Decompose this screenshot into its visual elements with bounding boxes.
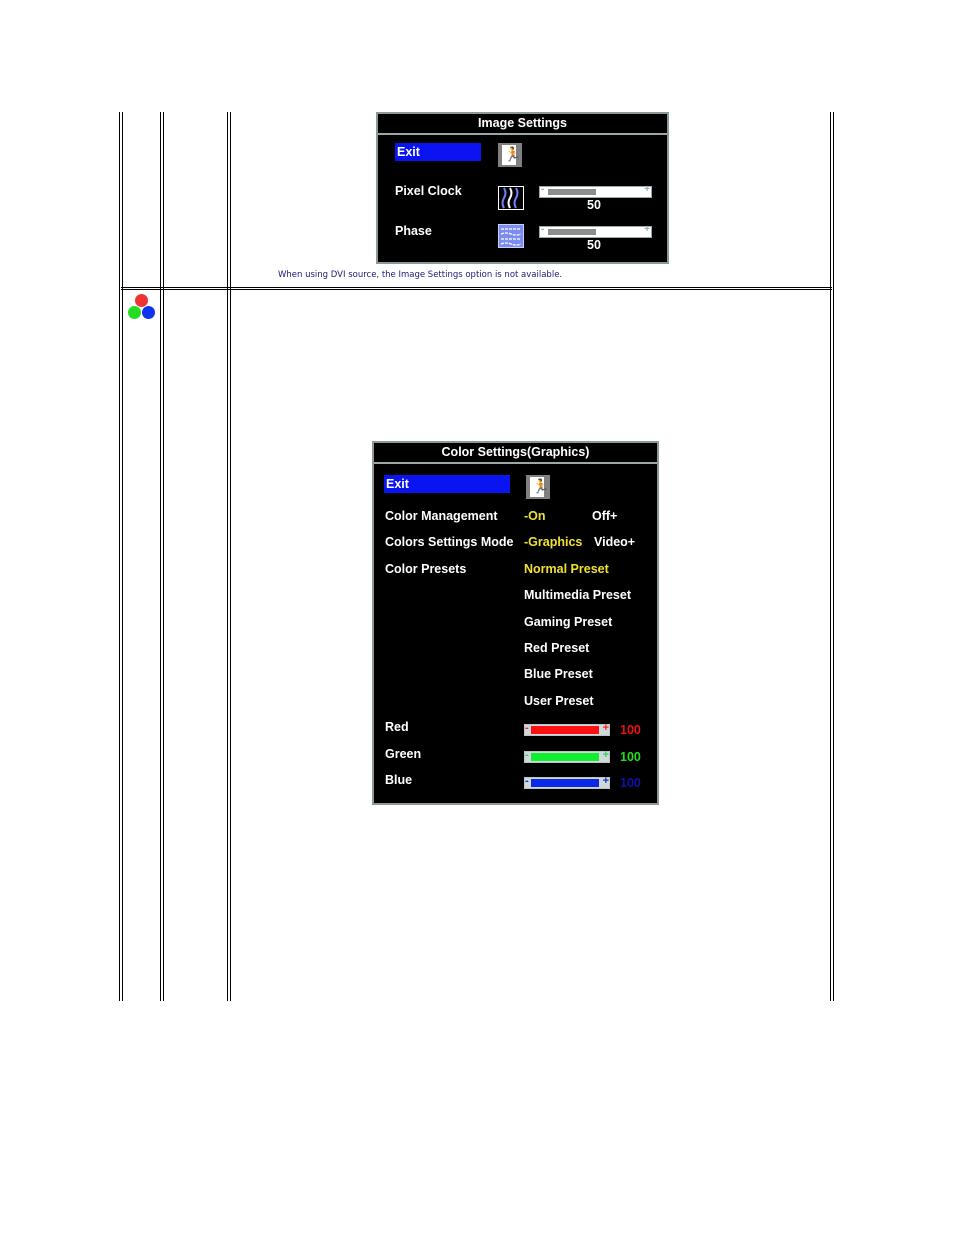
blue-slider[interactable]: - + [524,775,610,789]
table-border-right [830,112,834,1001]
red-label[interactable]: Red [385,720,409,734]
blue-slider-fill [531,779,599,787]
exit-door-icon: 🏃 [498,143,522,167]
colors-settings-mode-label[interactable]: Colors Settings Mode [385,535,513,549]
table-border-left [119,112,123,1001]
green-value: 100 [620,750,641,764]
pixel-clock-label[interactable]: Pixel Clock [395,184,462,198]
color-settings-title: Color Settings(Graphics) [374,443,657,464]
table-border-col1 [160,112,164,1001]
color-settings-menu: Color Settings(Graphics) Exit 🏃 Color Ma… [372,441,659,805]
exit-door-icon: 🏃 [526,475,550,499]
red-slider-fill [531,726,599,734]
preset-user[interactable]: User Preset [524,694,594,708]
red-slider[interactable]: - + [524,722,610,736]
pixel-clock-icon [498,186,524,210]
phase-icon [498,224,524,248]
pixel-clock-slider[interactable]: - + [539,184,652,198]
table-border-col2 [227,112,231,1001]
preset-blue[interactable]: Blue Preset [524,667,593,681]
pixel-clock-value: 50 [587,198,601,212]
phase-label[interactable]: Phase [395,224,432,238]
green-slider[interactable]: - + [524,749,610,763]
color-presets-label[interactable]: Color Presets [385,562,466,576]
color-management-on[interactable]: -On [524,509,546,523]
colors-settings-mode-graphics[interactable]: -Graphics [524,535,582,549]
exit-menu-item[interactable]: Exit [395,143,481,161]
preset-multimedia[interactable]: Multimedia Preset [524,588,631,602]
image-settings-menu: Image Settings Exit 🏃 Pixel Clock - + 50… [376,112,669,264]
green-label[interactable]: Green [385,747,421,761]
color-settings-rgb-icon [127,294,157,322]
phase-value: 50 [587,238,601,252]
preset-gaming[interactable]: Gaming Preset [524,615,612,629]
phase-slider-fill [548,229,596,235]
red-value: 100 [620,723,641,737]
color-management-label[interactable]: Color Management [385,509,498,523]
preset-red[interactable]: Red Preset [524,641,589,655]
green-slider-fill [531,753,599,761]
table-row-divider [121,287,832,290]
colors-settings-mode-video[interactable]: Video+ [594,535,635,549]
dvi-note: When using DVI source, the Image Setting… [278,270,563,280]
preset-normal[interactable]: Normal Preset [524,562,609,576]
color-management-off[interactable]: Off+ [592,509,617,523]
blue-label[interactable]: Blue [385,773,412,787]
image-settings-title: Image Settings [378,114,667,135]
blue-value: 100 [620,776,641,790]
exit-menu-item[interactable]: Exit [384,475,510,493]
pixel-clock-slider-fill [548,189,596,195]
phase-slider[interactable]: - + [539,224,652,238]
